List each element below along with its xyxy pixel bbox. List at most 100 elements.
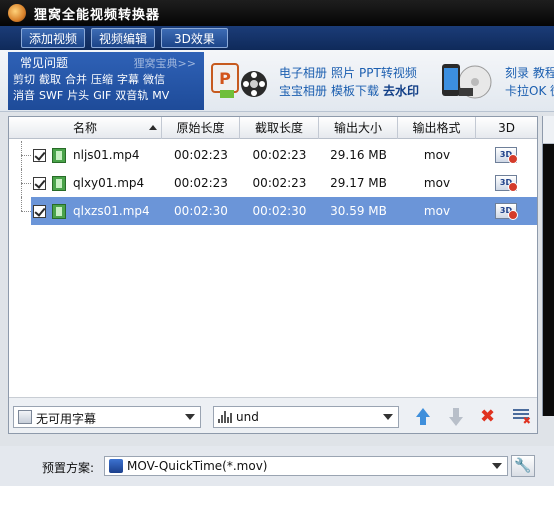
- promo-link-album[interactable]: 电子相册: [279, 66, 327, 80]
- app-window: 狸窝全能视频转换器 添加视频 视频编辑 3D效果 常见问题 狸窝宝典>> 剪切截…: [0, 0, 554, 506]
- faq-link-trim[interactable]: 截取: [39, 73, 61, 86]
- arrow-up-stem: [420, 416, 426, 425]
- row-checkbox[interactable]: [33, 177, 46, 190]
- bottom-margin: [0, 486, 554, 506]
- row-checkbox[interactable]: [33, 149, 46, 162]
- promo-link-ppt[interactable]: PPT转视频: [359, 66, 417, 80]
- preview-panel-header: [542, 116, 554, 144]
- preset-label: 预置方案:: [42, 461, 95, 475]
- faq-link-gif[interactable]: GIF: [93, 89, 111, 102]
- table-header: 名称 原始长度 截取长度 输出大小 输出格式 3D: [9, 117, 537, 139]
- col-name-label: 名称: [72, 121, 97, 135]
- wrench-icon[interactable]: 🔧: [511, 455, 535, 477]
- audio-track-dropdown[interactable]: und: [213, 406, 399, 428]
- audio-track-value: und: [236, 410, 259, 424]
- col-name[interactable]: 名称: [9, 117, 162, 139]
- move-up-button[interactable]: [412, 407, 432, 427]
- row-checkbox[interactable]: [33, 205, 46, 218]
- table-row[interactable]: nljs01.mp4 00:02:23 00:02:23 29.16 MB mo…: [9, 141, 537, 169]
- add-video-button[interactable]: 添加视频: [21, 28, 86, 48]
- preview-panel: [542, 144, 554, 416]
- svg-text:P: P: [219, 69, 231, 88]
- faq-link-subtitle[interactable]: 字幕: [117, 73, 139, 86]
- app-logo-icon: [8, 4, 26, 22]
- tree-branch: [21, 155, 31, 156]
- output-format[interactable]: mov: [398, 169, 476, 197]
- col-3d[interactable]: 3D: [476, 117, 537, 139]
- faq-link-wechat[interactable]: 微信: [143, 73, 165, 86]
- 3d-setting-icon[interactable]: 3D: [495, 175, 518, 192]
- audio-track-icon: [218, 411, 232, 423]
- clip-length: 00:02:23: [252, 148, 307, 162]
- app-title: 狸窝全能视频转换器: [34, 7, 161, 23]
- clip-length: 00:02:23: [252, 176, 307, 190]
- clear-list-button[interactable]: ✖: [511, 407, 531, 427]
- file-name: nljs01.mp4: [73, 148, 140, 162]
- subtitle-value: 无可用字幕: [36, 412, 97, 426]
- col-clip-length[interactable]: 截取长度: [240, 117, 319, 139]
- promo-link-photo[interactable]: 照片: [331, 66, 355, 80]
- subtitle-dropdown[interactable]: 无可用字幕: [13, 406, 201, 428]
- phone-dvd-icon: [442, 64, 492, 99]
- faq-link-compress[interactable]: 压缩: [91, 73, 113, 86]
- promo-links-album: 电子相册 照片 PPT转视频 宝宝相册 模板下载 去水印: [279, 64, 429, 100]
- faq-link-swf[interactable]: SWF: [39, 89, 63, 102]
- arrow-down-icon: [449, 417, 463, 426]
- promo-link-remove-watermark[interactable]: 去水印: [383, 84, 419, 98]
- clip-length: 00:02:30: [252, 204, 307, 218]
- edit-video-button[interactable]: 视频编辑: [91, 28, 156, 48]
- preset-value: MOV-QuickTime(*.mov): [127, 459, 268, 473]
- video-file-icon: [52, 148, 66, 163]
- quicktime-icon: [109, 459, 123, 473]
- file-name: qlxy01.mp4: [73, 176, 145, 190]
- chevron-down-icon: [185, 414, 195, 420]
- col-original-length[interactable]: 原始长度: [162, 117, 240, 139]
- faq-link-intro[interactable]: 片头: [67, 89, 89, 102]
- faq-header: 常见问题 狸窝宝典>>: [8, 52, 204, 70]
- tree-branch: [21, 183, 31, 184]
- col-output-size[interactable]: 输出大小: [319, 117, 398, 139]
- promo-links-burn: 刻录 教程 卡拉OK 微: [505, 64, 554, 100]
- faq-link-mute[interactable]: 消音: [13, 89, 35, 102]
- promo-banner: 常见问题 狸窝宝典>> 剪切 截取 合并 压缩 字幕 微信 消音 SWF 片头 GIF 双音轨 MV…: [0, 50, 554, 112]
- list-footer: 无可用字幕 und ✖ ✖: [9, 398, 537, 433]
- preset-dropdown[interactable]: MOV-QuickTime(*.mov): [104, 456, 508, 476]
- promo-link-baby-album[interactable]: 宝宝相册: [279, 84, 327, 98]
- 3d-effect-button[interactable]: 3D效果: [161, 28, 228, 48]
- table-row[interactable]: qlxy01.mp4 00:02:23 00:02:23 29.17 MB mo…: [9, 169, 537, 197]
- faq-link-dual-audio[interactable]: 双音轨: [115, 89, 148, 102]
- table-row-selected[interactable]: qlxzs01.mp4 00:02:30 00:02:30 30.59 MB m…: [9, 197, 537, 225]
- faq-title[interactable]: 常见问题: [20, 54, 68, 71]
- file-list: 名称 原始长度 截取长度 输出大小 输出格式 3D nljs01.mp4 00:…: [8, 116, 538, 434]
- chevron-down-icon: [492, 463, 502, 469]
- output-format[interactable]: mov: [398, 141, 476, 169]
- title-bar: 狸窝全能视频转换器: [0, 0, 554, 26]
- clear-list-icon: ✖: [513, 409, 531, 427]
- chevron-down-icon: [383, 414, 393, 420]
- arrow-down-stem: [453, 408, 459, 417]
- output-size: 29.16 MB: [330, 148, 387, 162]
- faq-more-link[interactable]: 狸窝宝典>>: [134, 55, 196, 71]
- delete-button[interactable]: ✖: [479, 407, 499, 427]
- original-length: 00:02:23: [174, 148, 228, 162]
- promo-link-burn[interactable]: 刻录 教程: [505, 66, 554, 80]
- original-length: 00:02:23: [174, 176, 228, 190]
- promo-link-karaoke[interactable]: 卡拉OK 微: [505, 84, 554, 98]
- faq-links: 剪切 截取 合并 压缩 字幕 微信 消音 SWF 片头 GIF 双音轨 MV: [13, 72, 203, 104]
- 3d-setting-icon[interactable]: 3D: [495, 203, 518, 220]
- video-file-icon: [52, 204, 66, 219]
- move-down-button[interactable]: [445, 407, 465, 427]
- faq-link-merge[interactable]: 合并: [65, 73, 87, 86]
- col-output-format[interactable]: 输出格式: [398, 117, 476, 139]
- output-size: 29.17 MB: [330, 176, 387, 190]
- preset-bar: 预置方案: MOV-QuickTime(*.mov) 🔧: [0, 446, 554, 486]
- promo-link-template[interactable]: 模板下载: [331, 84, 379, 98]
- subtitle-icon: [18, 410, 32, 424]
- faq-link-mv[interactable]: MV: [152, 89, 169, 102]
- video-file-icon: [52, 176, 66, 191]
- 3d-setting-icon[interactable]: 3D: [495, 147, 518, 164]
- file-name: qlxzs01.mp4: [73, 204, 150, 218]
- output-format[interactable]: mov: [398, 197, 476, 225]
- faq-link-cut[interactable]: 剪切: [13, 73, 35, 86]
- sort-asc-icon: [149, 125, 157, 130]
